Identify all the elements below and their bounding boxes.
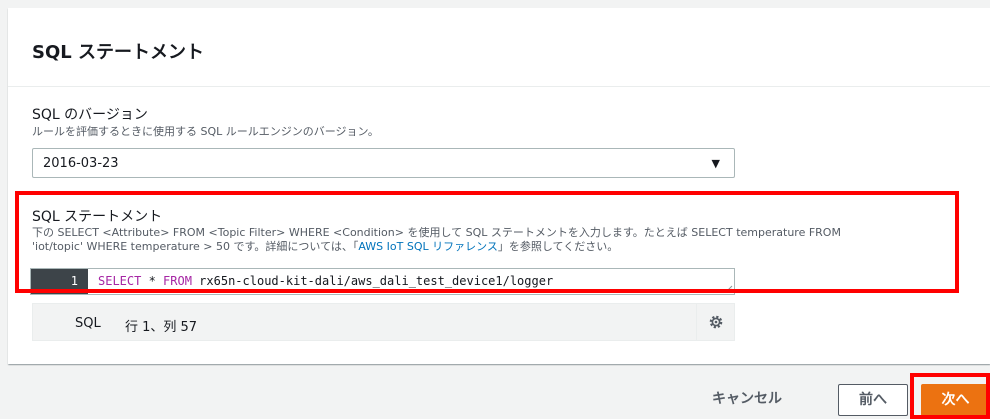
editor-mode: SQL [75, 316, 101, 331]
editor-settings-button[interactable] [696, 304, 734, 340]
panel-title: SQL ステートメント [32, 42, 205, 63]
previous-button[interactable]: 前へ [838, 384, 908, 416]
editor-status-bar: SQL 行 1、列 57 [32, 303, 735, 341]
cancel-button[interactable]: キャンセル [712, 388, 782, 408]
sql-version-select[interactable]: 2016-03-23 ▼ [32, 148, 735, 178]
highlight-box [15, 191, 959, 293]
sql-version-value: 2016-03-23 [43, 156, 119, 171]
sql-version-description: ルールを評価するときに使用する SQL ルールエンジンのバージョン。 [32, 125, 379, 138]
next-button-highlight [910, 373, 990, 419]
panel-header: SQL ステートメント [8, 8, 990, 87]
sql-version-label: SQL のバージョン [32, 107, 148, 123]
cursor-position: 行 1、列 57 [125, 320, 198, 335]
caret-down-icon: ▼ [711, 157, 720, 170]
gear-icon [709, 315, 723, 329]
sql-statement-panel: SQL ステートメント SQL のバージョン ルールを評価するときに使用する S… [8, 8, 990, 364]
